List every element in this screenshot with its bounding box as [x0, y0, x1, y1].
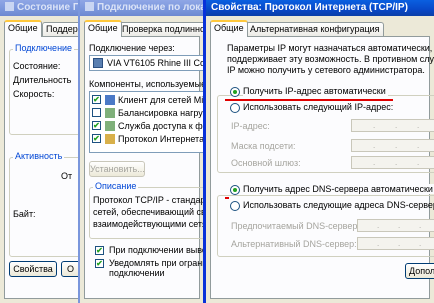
- connection-group-label: Подключение: [13, 43, 75, 53]
- install-button[interactable]: Установить...: [89, 161, 145, 177]
- component-checkbox[interactable]: ✔: [92, 95, 101, 104]
- dns-manual-radio[interactable]: [230, 201, 240, 211]
- duration-label: Длительность: [13, 75, 72, 85]
- component-label: Клиент для сетей Micr: [118, 95, 206, 105]
- tcpip-properties-window: Свойства: Протокол Интернета (TCP/IP) Об…: [203, 0, 434, 303]
- notify-label: подключении: [109, 268, 165, 278]
- dns-auto-label[interactable]: Получить адрес DNS-сервера автоматически: [243, 184, 434, 194]
- alternate-dns-label: Альтернативный DNS-сервер:: [231, 239, 357, 249]
- component-label: Балансировка нагрузк: [118, 108, 206, 118]
- tab-general[interactable]: Общие: [84, 20, 122, 37]
- ip-address-field[interactable]: ...: [351, 119, 434, 132]
- intro-text: поддерживает эту возможность. В противно…: [227, 54, 434, 64]
- tab-authentication[interactable]: Проверка подлинност: [118, 22, 204, 36]
- connection-properties-window: Подключение по локаль Общие Проверка под…: [78, 0, 206, 303]
- advanced-button[interactable]: Дополни: [405, 263, 434, 279]
- properties-button[interactable]: Свойства: [9, 261, 57, 277]
- subnet-mask-field[interactable]: ...: [351, 139, 434, 152]
- connection-properties-panel: Подключение через: VIA VT6105 Rhine III …: [84, 36, 204, 299]
- gateway-field[interactable]: ...: [351, 156, 434, 169]
- component-checkbox[interactable]: ✔: [92, 121, 101, 130]
- components-label: Компоненты, используемые э: [89, 79, 206, 89]
- component-label: Протокол Интернета (: [118, 134, 206, 144]
- alternate-dns-field[interactable]: ...: [357, 237, 434, 250]
- status-window-titlebar[interactable]: Состояние По: [0, 0, 88, 16]
- description-line: Протокол TCP/IP - стандарт: [93, 195, 206, 205]
- window-title: Свойства: Протокол Интернета (TCP/IP): [211, 2, 408, 13]
- adapter-name: VIA VT6105 Rhine III Com: [107, 58, 206, 68]
- speed-label: Скорость:: [13, 89, 55, 99]
- connection-properties-titlebar[interactable]: Подключение по локаль: [80, 0, 204, 16]
- subnet-mask-label: Маска подсети:: [231, 141, 296, 151]
- tcpip-panel: Параметры IP могут назначаться автоматич…: [210, 36, 434, 299]
- notify-label: Уведомлять при ограничен: [109, 258, 204, 268]
- ip-manual-label[interactable]: Использовать следующий IP-адрес:: [243, 102, 393, 112]
- network-service-icon: [105, 121, 115, 131]
- network-adapter-icon: [93, 58, 103, 68]
- ip-manual-radio[interactable]: [230, 103, 240, 113]
- tab-general[interactable]: Общие: [4, 20, 42, 37]
- window-title: Подключение по локаль: [97, 2, 204, 13]
- preferred-dns-field[interactable]: ...: [357, 219, 434, 232]
- bytes-label: Байт:: [13, 209, 36, 219]
- component-label: Служба доступа к фай: [118, 121, 206, 131]
- window-icon: [5, 2, 14, 11]
- show-icon-label: При подключении вывести: [109, 245, 204, 255]
- components-list[interactable]: ✔ Клиент для сетей Micr Балансировка наг…: [89, 91, 206, 153]
- activity-group-label: Активность: [13, 151, 65, 161]
- notify-checkbox[interactable]: ✔: [95, 259, 104, 268]
- highlight-underline: [225, 99, 393, 101]
- intro-text: Параметры IP могут назначаться автоматич…: [227, 43, 434, 53]
- preferred-dns-label: Предпочитаемый DNS-сервер:: [231, 221, 360, 231]
- adapter-field: VIA VT6105 Rhine III Com: [89, 55, 206, 71]
- component-checkbox[interactable]: [92, 108, 101, 117]
- description-line: взаимодействующими сетями: [93, 219, 206, 229]
- protocol-icon: [105, 134, 115, 144]
- network-client-icon: [105, 95, 115, 105]
- window-icon: [85, 2, 94, 11]
- ip-auto-radio[interactable]: [230, 87, 240, 97]
- intro-text: IP можно получить у сетевого администрат…: [227, 65, 425, 75]
- description-group-label: Описание: [93, 181, 139, 191]
- component-checkbox[interactable]: ✔: [92, 134, 101, 143]
- show-icon-checkbox[interactable]: ✔: [95, 246, 104, 255]
- connect-via-label: Подключение через:: [89, 43, 175, 53]
- ip-address-label: IP-адрес:: [231, 121, 270, 131]
- highlight-underline: [225, 197, 229, 199]
- network-service-icon: [105, 108, 115, 118]
- dns-manual-label[interactable]: Использовать следующие адреса DNS-сервер…: [243, 200, 434, 210]
- gateway-label: Основной шлюз:: [231, 158, 301, 168]
- tab-alternate-config[interactable]: Альтернативная конфигурация: [246, 22, 384, 36]
- dns-auto-radio[interactable]: [230, 185, 240, 195]
- description-line: сетей, обеспечивающий свя: [93, 207, 206, 217]
- ip-auto-label[interactable]: Получить IP-адрес автоматически: [243, 86, 388, 96]
- tcpip-properties-titlebar[interactable]: Свойства: Протокол Интернета (TCP/IP): [206, 0, 434, 16]
- window-title: Состояние По: [17, 2, 87, 13]
- tab-general[interactable]: Общие: [210, 20, 248, 37]
- status-window: Состояние По Общие Поддерж Подключение С…: [0, 0, 90, 303]
- status-panel: Подключение Состояние: Длительность Скор…: [4, 36, 88, 299]
- sent-label: От: [61, 171, 73, 181]
- status-label: Состояние:: [13, 61, 61, 71]
